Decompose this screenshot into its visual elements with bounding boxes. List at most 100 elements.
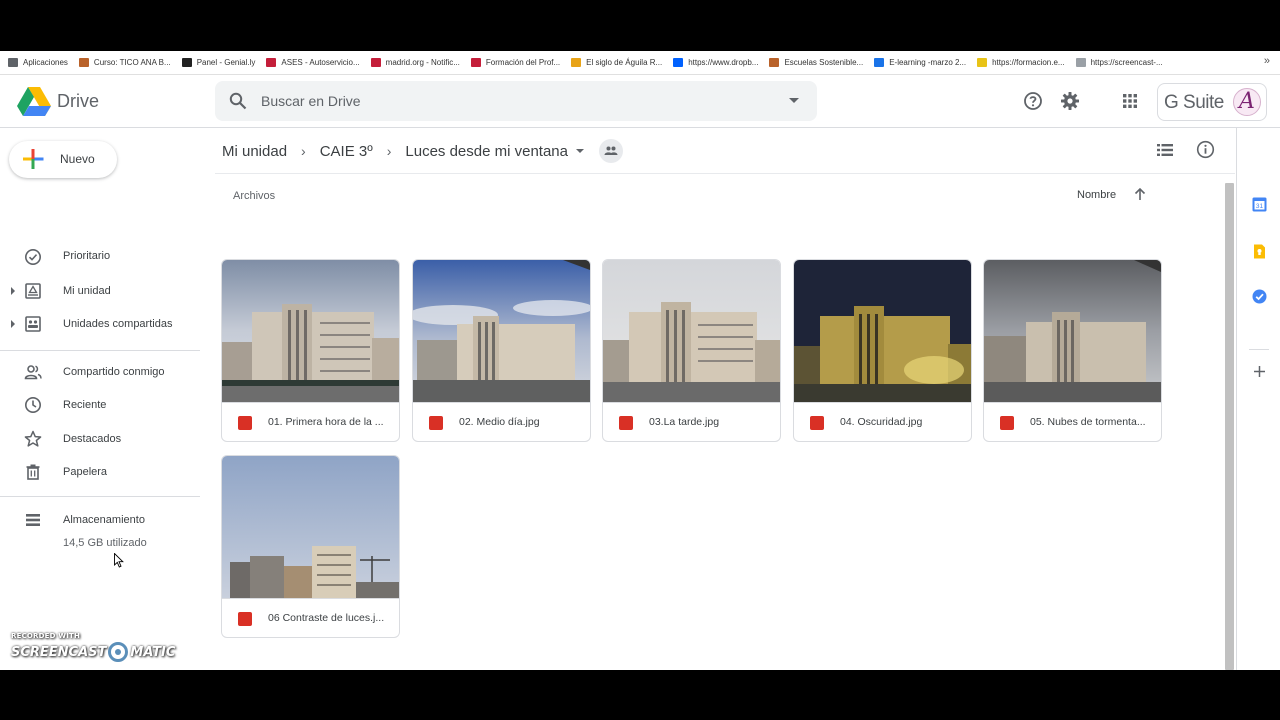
image-file-icon <box>810 416 824 430</box>
bookmark-favicon-icon <box>8 58 18 67</box>
file-name: 06 Contraste de luces.j... <box>268 612 385 624</box>
sidebar-item-label: Unidades compartidas <box>63 318 173 330</box>
bookmark-item[interactable]: ASES - Autoservicio... <box>266 58 360 67</box>
bookmark-item[interactable]: https://formacion.e... <box>977 58 1065 67</box>
image-file-icon <box>238 416 252 430</box>
breadcrumb-item-my-drive[interactable]: Mi unidad <box>222 143 287 160</box>
file-card[interactable]: 05. Nubes de tormenta... <box>983 259 1162 442</box>
main-divider <box>215 173 1235 174</box>
bookmark-item[interactable]: Panel - Genial.ly <box>181 58 255 67</box>
clock-icon <box>25 397 41 413</box>
bookmark-label: El siglo de Águila R... <box>586 58 663 67</box>
add-addon-icon[interactable] <box>1252 364 1267 379</box>
watermark-logo: SCREENCAST MATIC <box>11 642 175 662</box>
drive-logo-icon[interactable] <box>17 87 51 117</box>
file-card[interactable]: 01. Primera hora de la ... <box>221 259 400 442</box>
scrollbar[interactable] <box>1225 183 1234 670</box>
apps-button[interactable] <box>1118 89 1142 113</box>
drive-header: Drive Buscar en Drive G Suite A <box>0 75 1280 128</box>
calendar-icon[interactable]: 31 <box>1252 197 1267 212</box>
sidebar-item-my-drive[interactable]: Mi unidad <box>0 276 200 306</box>
bookmark-item[interactable]: https://screencast-... <box>1075 58 1163 67</box>
breadcrumb-item-current-folder[interactable]: Luces desde mi ventana <box>405 143 568 160</box>
file-card-footer: 02. Medio día.jpg <box>413 402 590 441</box>
bookmark-item[interactable]: Aplicaciones <box>8 58 68 67</box>
breadcrumb-item-caie[interactable]: CAIE 3º <box>320 143 373 160</box>
my-drive-icon <box>25 283 41 299</box>
image-file-icon <box>1000 416 1014 430</box>
file-card-footer: 04. Oscuridad.jpg <box>794 402 971 441</box>
image-thumbnail <box>413 260 590 402</box>
image-file-icon <box>238 612 252 626</box>
bookmark-favicon-icon <box>181 58 192 67</box>
breadcrumb: Mi unidad › CAIE 3º › Luces desde mi ven… <box>222 139 623 163</box>
list-view-icon[interactable] <box>1156 141 1174 159</box>
chevron-down-icon[interactable] <box>576 149 584 153</box>
bookmarks-overflow-button[interactable]: » <box>1264 55 1270 67</box>
sidebar-item-trash[interactable]: Papelera <box>0 457 200 487</box>
bookmark-label: Escuelas Sostenible... <box>784 58 864 67</box>
bookmark-label: Formación del Prof... <box>485 58 561 67</box>
file-card[interactable]: 06 Contraste de luces.j... <box>221 455 400 638</box>
bookmark-favicon-icon <box>977 58 988 67</box>
file-card[interactable]: 03.La tarde.jpg <box>602 259 781 442</box>
tasks-icon[interactable] <box>1252 289 1267 304</box>
sidebar-item-shared-with-me[interactable]: Compartido conmigo <box>0 357 200 387</box>
expand-arrow-icon[interactable] <box>11 287 15 295</box>
settings-button[interactable] <box>1058 89 1082 113</box>
search-icon[interactable] <box>229 92 247 110</box>
new-button[interactable]: Nuevo <box>9 141 117 178</box>
search-bar[interactable] <box>215 81 817 121</box>
main-content: Mi unidad › CAIE 3º › Luces desde mi ven… <box>215 128 1235 670</box>
search-options-icon[interactable] <box>789 98 799 103</box>
sort-by-name-button[interactable]: Nombre <box>1077 189 1116 201</box>
file-card[interactable]: 02. Medio día.jpg <box>412 259 591 442</box>
bookmark-item[interactable]: El siglo de Águila R... <box>571 58 662 67</box>
file-card-footer: 01. Primera hora de la ... <box>222 402 399 441</box>
bookmark-item[interactable]: madrid.org - Notific... <box>370 58 460 67</box>
file-name: 05. Nubes de tormenta... <box>1030 416 1146 428</box>
gsuite-account-button[interactable]: G Suite A <box>1157 83 1267 121</box>
sidebar-item-label: Almacenamiento <box>63 514 145 526</box>
image-thumbnail <box>222 260 399 402</box>
image-thumbnail <box>984 260 1161 402</box>
shared-folder-icon[interactable] <box>599 139 623 163</box>
sidebar-item-label: Destacados <box>63 433 122 445</box>
info-icon[interactable] <box>1196 140 1215 159</box>
arrow-up-icon[interactable] <box>1133 186 1147 202</box>
avatar[interactable]: A <box>1233 88 1261 116</box>
image-thumbnail <box>794 260 971 402</box>
gsuite-label: G Suite <box>1164 92 1224 113</box>
bookmark-item[interactable]: Formación del Prof... <box>470 58 561 67</box>
sidebar-item-priority[interactable]: Prioritario <box>0 242 200 272</box>
bookmark-item[interactable]: Curso: TICO ANA B... <box>78 58 171 67</box>
search-input[interactable] <box>261 81 761 121</box>
file-card[interactable]: 04. Oscuridad.jpg <box>793 259 972 442</box>
file-name: 02. Medio día.jpg <box>459 416 540 428</box>
bookmark-label: E-learning -marzo 2... <box>889 58 967 67</box>
file-card-footer: 03.La tarde.jpg <box>603 402 780 441</box>
bookmark-label: Aplicaciones <box>23 58 68 67</box>
sidebar-item-starred[interactable]: Destacados <box>0 424 200 454</box>
sidebar-item-shared-drives[interactable]: Unidades compartidas <box>0 309 200 339</box>
expand-arrow-icon[interactable] <box>11 320 15 328</box>
browser-window: Aplicaciones Curso: TICO ANA B... Panel - … <box>0 51 1280 670</box>
file-card-footer: 06 Contraste de luces.j... <box>222 598 399 637</box>
bookmark-label: https://formacion.e... <box>992 58 1065 67</box>
keep-icon[interactable] <box>1252 244 1267 259</box>
bookmark-item[interactable]: https://www.dropb... <box>673 58 758 67</box>
bookmark-favicon-icon <box>1075 58 1086 67</box>
help-button[interactable] <box>1021 89 1045 113</box>
sidebar-item-storage[interactable]: Almacenamiento <box>0 505 200 535</box>
watermark-text-b: MATIC <box>130 644 176 660</box>
bookmark-item[interactable]: E-learning -marzo 2... <box>874 58 966 67</box>
drive-logo-text[interactable]: Drive <box>57 91 99 112</box>
help-icon <box>1024 92 1042 110</box>
image-thumbnail <box>222 456 399 598</box>
file-name: 01. Primera hora de la ... <box>268 416 384 428</box>
storage-icon <box>26 514 40 526</box>
file-card-footer: 05. Nubes de tormenta... <box>984 402 1161 441</box>
image-file-icon <box>429 416 443 430</box>
sidebar-item-recent[interactable]: Reciente <box>0 390 200 420</box>
bookmark-item[interactable]: Escuelas Sostenible... <box>769 58 863 67</box>
